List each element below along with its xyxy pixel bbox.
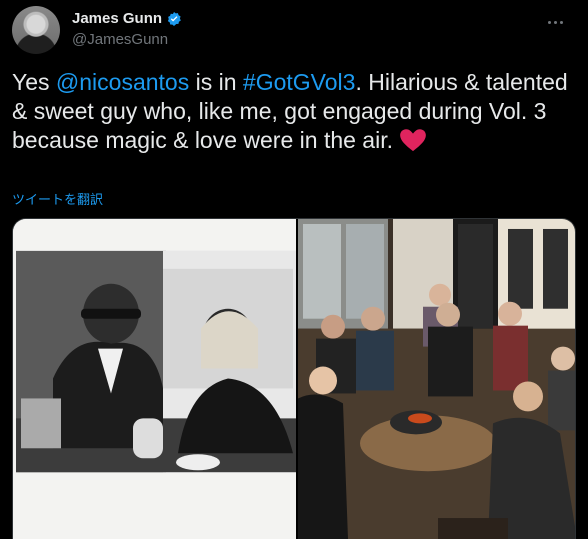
red-heart-emoji: [400, 129, 427, 152]
tweet-header: James Gunn @JamesGunn: [12, 6, 576, 58]
photo-left[interactable]: [13, 219, 296, 539]
text-part: is in: [189, 69, 243, 95]
author-handle[interactable]: @JamesGunn: [72, 31, 168, 48]
avatar[interactable]: [12, 6, 60, 54]
more-options-icon[interactable]: [538, 12, 572, 32]
author-name-row: James Gunn: [72, 10, 182, 27]
verified-badge-icon: [167, 11, 181, 26]
tweet-text: Yes @nicosantos is in #GotGVol3. Hilario…: [12, 68, 572, 155]
photo-right[interactable]: [298, 219, 576, 539]
mention-link[interactable]: @nicosantos: [56, 69, 189, 95]
text-part: Yes: [12, 69, 56, 95]
author-name[interactable]: James Gunn: [72, 10, 162, 27]
translate-tweet-link[interactable]: ツイートを翻訳: [12, 189, 103, 208]
hashtag-link[interactable]: #GotGVol3: [243, 69, 356, 95]
tweet-media[interactable]: [12, 218, 576, 539]
